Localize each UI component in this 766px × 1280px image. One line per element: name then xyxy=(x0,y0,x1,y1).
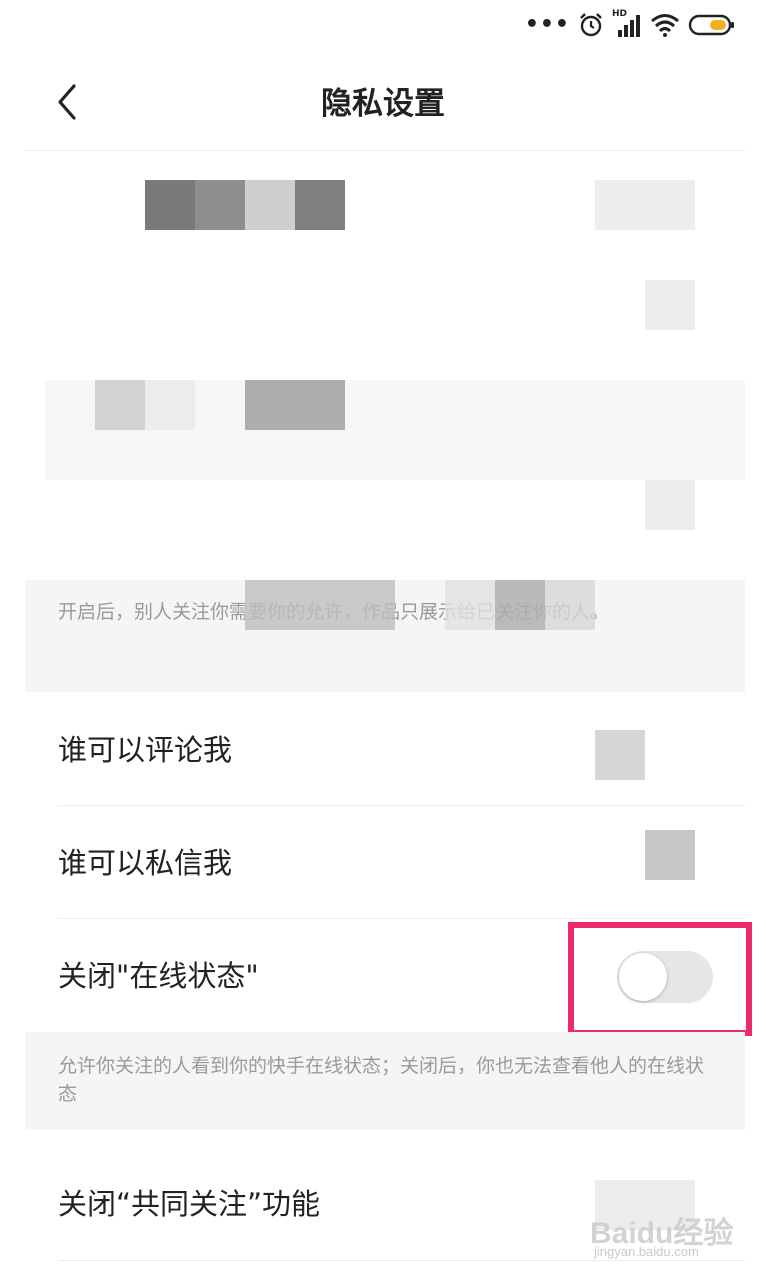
mosaic-block xyxy=(95,380,145,430)
nav-bar: 隐私设置 xyxy=(0,50,766,150)
page-title: 隐私设置 xyxy=(321,86,445,122)
online-status-desc-box: 允许你关注的人看到你的快手在线状态；关闭后，你也无法查看他人的在线状态 xyxy=(25,1032,745,1130)
mosaic-block xyxy=(145,380,195,430)
status-icons: ••• HD xyxy=(524,9,736,40)
more-dots-icon: ••• xyxy=(524,12,570,37)
watermark-sub: jingyan.baidu.com xyxy=(594,1244,699,1259)
row-who-can-message[interactable]: 谁可以私信我 xyxy=(25,807,745,919)
mosaic-block xyxy=(495,580,545,630)
mosaic-block xyxy=(245,580,395,630)
battery-icon xyxy=(688,14,734,36)
mosaic-block xyxy=(145,180,195,230)
alarm-icon xyxy=(580,13,602,37)
online-status-toggle[interactable] xyxy=(617,951,713,1003)
mosaic-block xyxy=(645,830,695,880)
row-label: 关闭"在线状态" xyxy=(58,959,259,993)
mosaic-block xyxy=(645,480,695,530)
wifi-icon xyxy=(651,14,679,37)
mosaic-block xyxy=(245,180,295,230)
row-label: 关闭“共同关注”功能 xyxy=(58,1187,321,1221)
row-label: 谁可以私信我 xyxy=(58,846,233,880)
status-bar: ••• HD xyxy=(0,0,766,50)
mosaic-block xyxy=(595,730,645,780)
mosaic-block xyxy=(245,380,345,430)
row-divider xyxy=(58,805,745,806)
row-label: 谁可以评论我 xyxy=(58,733,233,767)
toggle-knob xyxy=(619,953,667,1001)
mosaic-block xyxy=(195,180,245,230)
row-divider xyxy=(58,918,745,919)
nav-divider xyxy=(25,150,745,151)
mosaic-block xyxy=(545,580,595,630)
mosaic-block xyxy=(595,180,695,230)
baidu-watermark: Baidu经验 jingyan.baidu.com xyxy=(590,1200,740,1270)
online-status-desc: 允许你关注的人看到你的快手在线状态；关闭后，你也无法查看他人的在线状态 xyxy=(58,1055,705,1105)
mosaic-block xyxy=(295,180,345,230)
hd-signal-icon: HD xyxy=(612,9,642,38)
mosaic-block xyxy=(445,580,495,630)
mosaic-block xyxy=(645,280,695,330)
